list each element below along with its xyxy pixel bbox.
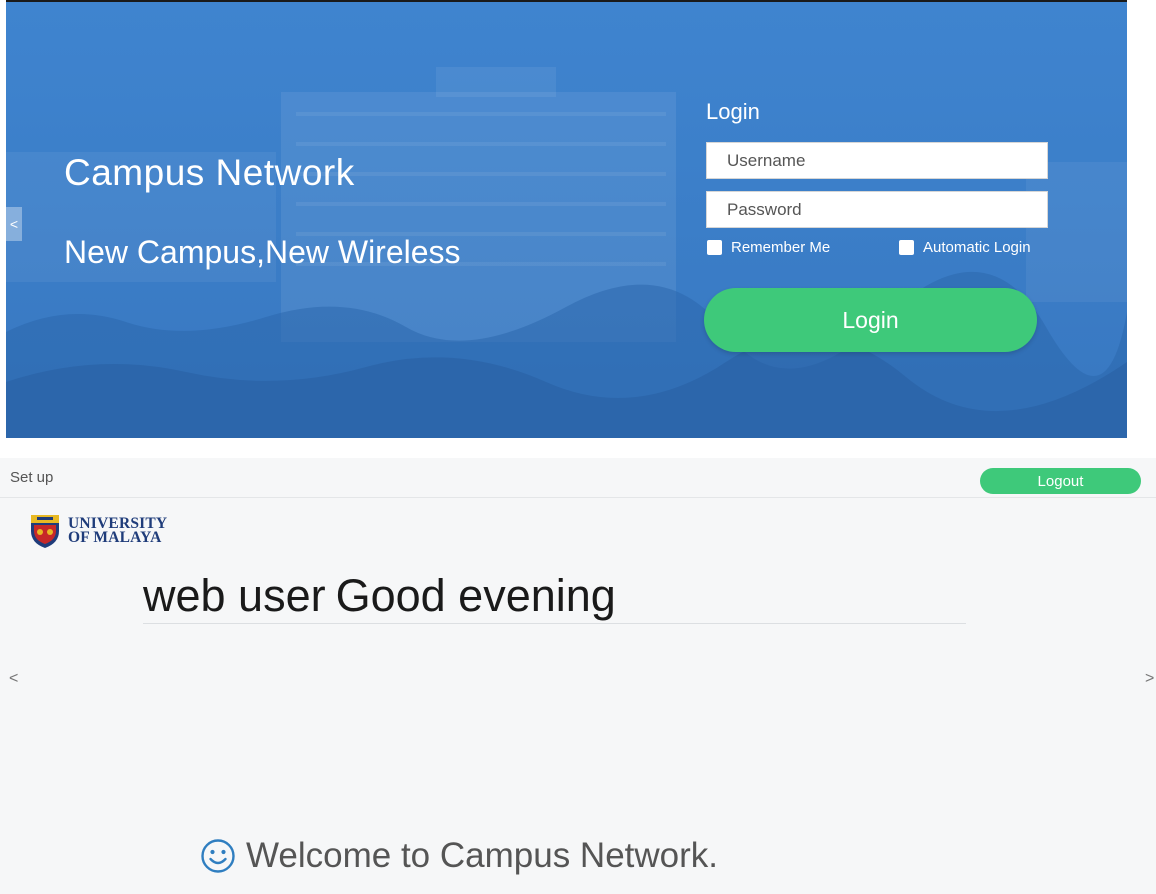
greeting-user: web user — [143, 570, 326, 621]
logo-line-2: OF MALAYA — [68, 529, 162, 546]
login-heading: Login — [706, 99, 760, 124]
login-button[interactable]: Login — [704, 288, 1037, 352]
welcome-message: Welcome to Campus Network. — [200, 836, 718, 876]
greeting-text: Good evening — [335, 570, 616, 621]
login-screen: < Campus Network New Campus,New Wireless… — [6, 0, 1127, 438]
smile-icon — [201, 839, 235, 873]
automatic-login-checkbox[interactable]: Automatic Login — [899, 239, 1031, 256]
chevron-left-icon: < — [9, 216, 19, 232]
checkbox-icon — [899, 240, 914, 255]
logout-button[interactable]: Logout — [980, 468, 1141, 494]
top-bar: Set up Logout — [0, 458, 1156, 498]
university-logo: UNIVERSITY OF MALAYA — [30, 513, 167, 549]
checkbox-icon — [707, 240, 722, 255]
automatic-login-label: Automatic Login — [923, 239, 1031, 256]
setup-link[interactable]: Set up — [10, 469, 53, 486]
welcome-text: Welcome to Campus Network. — [246, 836, 719, 875]
username-input[interactable] — [706, 142, 1048, 179]
carousel-prev-button[interactable]: < — [6, 207, 22, 241]
greeting-divider — [143, 623, 966, 624]
hero-subtitle: New Campus,New Wireless — [64, 234, 461, 270]
portal-screen: Set up Logout UNIVERSITY OF MALAYA web u… — [0, 458, 1156, 894]
password-input[interactable] — [706, 191, 1048, 228]
remember-me-label: Remember Me — [731, 239, 831, 256]
chevron-left-icon[interactable]: < — [9, 670, 18, 688]
university-crest-icon — [31, 515, 59, 548]
hero-title: Campus Network — [64, 152, 355, 193]
greeting: web user Good evening — [143, 570, 616, 622]
chevron-right-icon[interactable]: > — [1145, 670, 1154, 688]
remember-me-checkbox[interactable]: Remember Me — [707, 239, 830, 256]
